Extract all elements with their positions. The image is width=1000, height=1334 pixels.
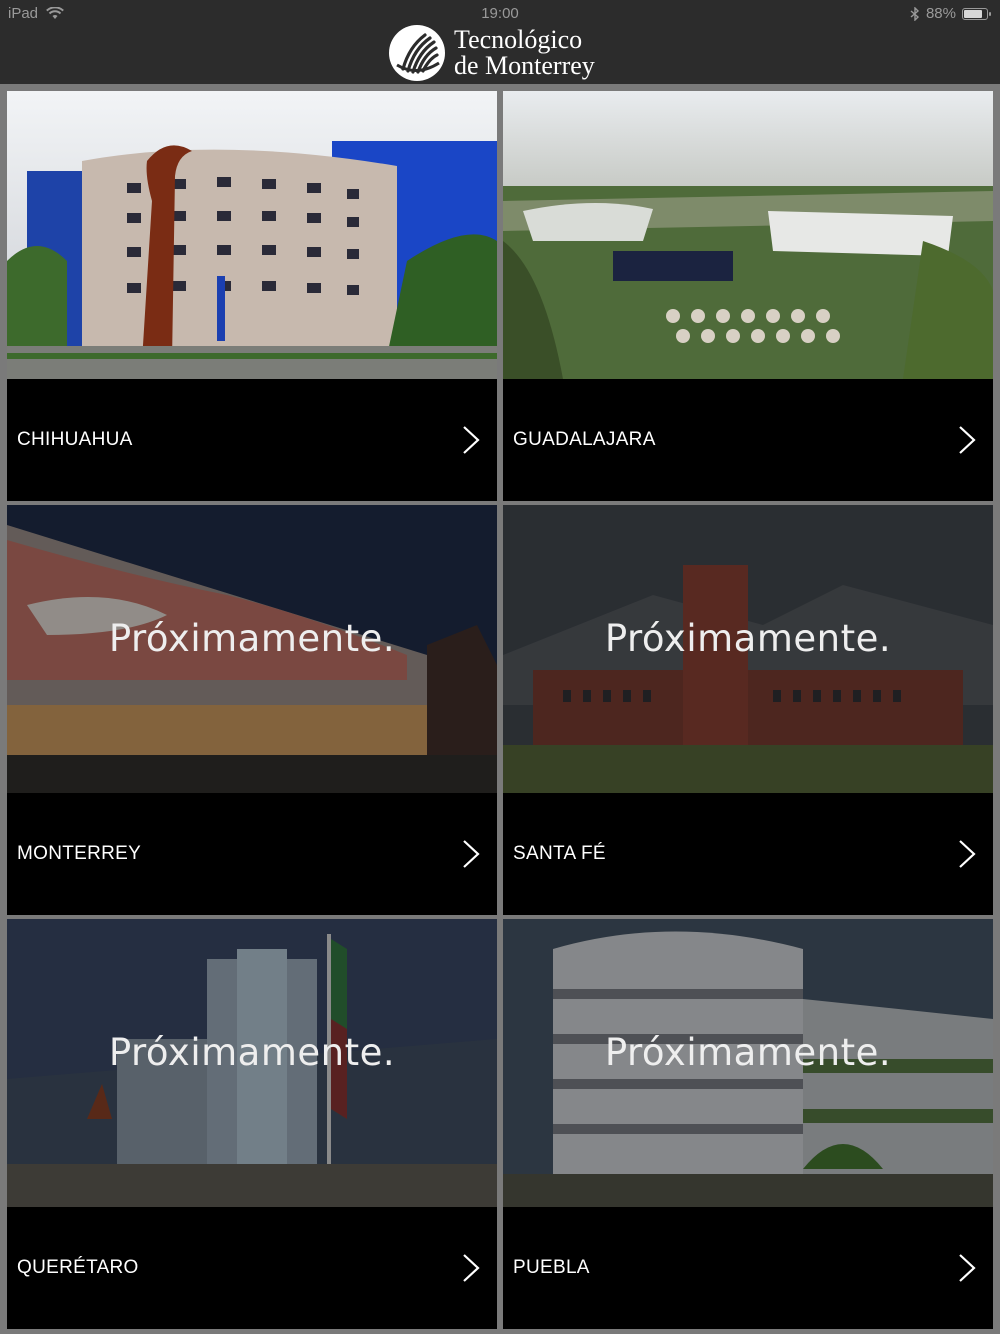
campus-card-queretaro[interactable]: Próximamente. QUERÉTARO [7,919,497,1329]
campus-caption: CHIHUAHUA [7,379,497,501]
campus-photo [7,91,497,379]
coming-soon-overlay: Próximamente. [604,1031,892,1074]
campus-caption: SANTA FÉ [503,793,993,915]
campus-card-santa-fe[interactable]: Próximamente. SANTA FÉ [503,505,993,915]
chevron-right-icon [959,426,976,454]
campus-card-puebla[interactable]: Próximamente. PUEBLA [503,919,993,1329]
campus-name: GUADALAJARA [513,429,656,450]
campus-card-chihuahua[interactable]: CHIHUAHUA [7,91,497,501]
battery-icon [962,7,991,20]
campus-name: SANTA FÉ [513,843,606,864]
chevron-right-icon [463,426,480,454]
campus-photo: Próximamente. [7,919,497,1207]
coming-soon-overlay: Próximamente. [604,617,892,660]
brand-line-2: de Monterrey [454,51,595,80]
campus-caption: QUERÉTARO [7,1207,497,1329]
campus-photo: Próximamente. [503,919,993,1207]
coming-soon-overlay: Próximamente. [108,617,396,660]
campus-caption: GUADALAJARA [503,379,993,501]
status-time: 19:00 [481,5,519,22]
chevron-right-icon [959,1254,976,1282]
bluetooth-icon [910,6,919,21]
campus-card-guadalajara[interactable]: GUADALAJARA [503,91,993,501]
campus-caption: MONTERREY [7,793,497,915]
campus-name: PUEBLA [513,1257,590,1278]
campus-caption: PUEBLA [503,1207,993,1329]
tec-logo-icon [389,25,445,81]
chevron-right-icon [959,840,976,868]
coming-soon-overlay: Próximamente. [108,1031,396,1074]
campus-card-monterrey[interactable]: Próximamente. MONTERREY [7,505,497,915]
brand: Tecnológico de Monterrey [389,25,595,81]
status-bar: iPad 19:00 88% [0,0,1000,26]
campus-grid: CHIHUAHUA GUADALAJARA Próximamente. MONT… [7,91,993,1329]
chevron-right-icon [463,1254,480,1282]
campus-name: CHIHUAHUA [17,429,133,450]
chevron-right-icon [463,840,480,868]
app-header: iPad 19:00 88% Tecnológico de Monterrey [0,0,1000,84]
campus-photo: Próximamente. [503,505,993,793]
brand-line-1: Tecnológico [454,25,583,54]
campus-name: MONTERREY [17,843,142,864]
campus-name: QUERÉTARO [17,1257,139,1278]
battery-percent: 88% [925,5,956,22]
campus-photo [503,91,993,379]
campus-photo: Próximamente. [7,505,497,793]
